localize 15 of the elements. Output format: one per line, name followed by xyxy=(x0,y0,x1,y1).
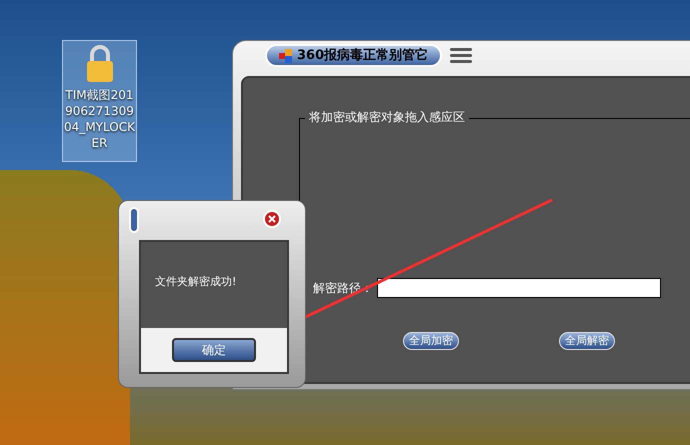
padlock-icon xyxy=(84,45,114,83)
desktop-icon[interactable]: TIM截图20190627130904_MYLOCKER xyxy=(62,40,137,162)
path-input[interactable] xyxy=(377,278,661,298)
action-button[interactable]: 全局加密 xyxy=(403,332,459,350)
grip-icon xyxy=(450,48,472,63)
close-icon xyxy=(268,215,276,223)
ok-button[interactable]: 确定 xyxy=(172,338,256,362)
group-label: 将加密或解密对象拖入感应区 xyxy=(305,108,469,126)
icon-label: TIM截图20190627130904_MYLOCKER xyxy=(64,87,136,151)
action-button[interactable]: 全局解密 xyxy=(559,332,615,350)
message-text: 文件夹解密成功! xyxy=(155,274,238,290)
window-title: 360报病毒正常别管它 xyxy=(265,44,442,67)
app-logo-icon xyxy=(279,48,293,62)
close-button[interactable] xyxy=(263,210,281,228)
dialog-badge-icon xyxy=(129,207,139,233)
